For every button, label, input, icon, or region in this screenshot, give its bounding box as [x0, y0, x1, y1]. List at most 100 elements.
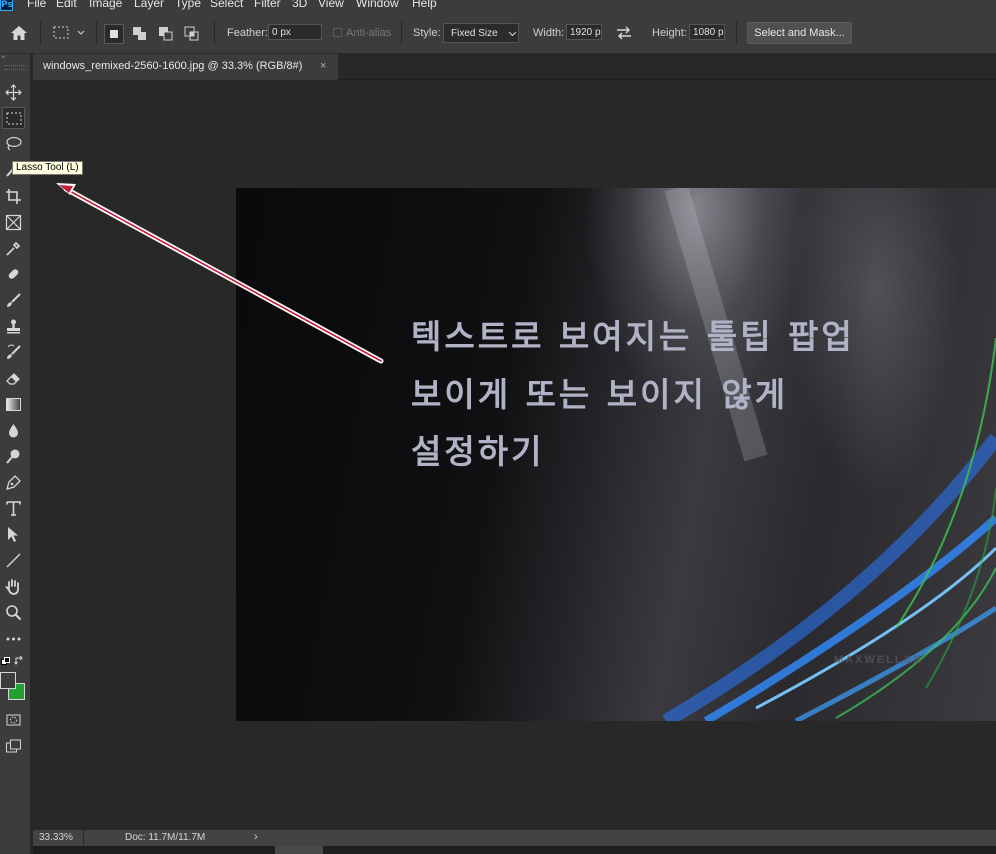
menu-file[interactable]: File — [27, 0, 46, 10]
toolbar-grip[interactable] — [4, 65, 26, 70]
tool-tooltip: Lasso Tool (L) — [12, 161, 83, 175]
arrow-icon — [8, 527, 18, 542]
marquee-preset-icon[interactable] — [53, 26, 87, 43]
quick-mask-button[interactable] — [2, 709, 25, 731]
crop-tool[interactable] — [2, 185, 25, 207]
hand-icon — [5, 579, 19, 595]
doc-size: Doc: 11.7M/11.7M — [125, 832, 206, 843]
menu-layer[interactable]: Layer — [134, 0, 164, 10]
quick-mask-icon — [6, 714, 21, 726]
type-tool[interactable] — [2, 497, 25, 519]
history-brush-icon — [7, 344, 21, 359]
pen-icon — [6, 475, 21, 490]
stamp-icon — [7, 319, 20, 334]
swap-colors-icon[interactable] — [14, 655, 25, 669]
bandage-icon — [8, 269, 19, 279]
watermark: MAXWELL&B — [834, 654, 924, 666]
healing-brush-tool[interactable] — [2, 263, 25, 285]
dodge-tool[interactable] — [2, 445, 25, 467]
lasso-tool[interactable] — [2, 133, 25, 155]
status-bar: 33.33% Doc: 11.7M/11.7M › — [33, 829, 996, 847]
marquee-icon — [6, 112, 22, 125]
default-colors-icon[interactable] — [1, 656, 10, 669]
gradient-icon — [6, 398, 21, 411]
swap-dimensions-icon[interactable] — [615, 25, 633, 44]
frame-icon — [5, 214, 22, 231]
close-icon[interactable]: × — [320, 54, 326, 78]
eraser-tool[interactable] — [2, 367, 25, 389]
chevron-down-icon — [508, 24, 517, 42]
width-label: Width: — [533, 27, 565, 39]
type-icon — [6, 501, 21, 516]
style-select-value: Fixed Size — [451, 28, 498, 39]
move-tool[interactable] — [2, 81, 25, 103]
korean-text-line-2: 보이게 또는 보이지 않게 — [411, 375, 789, 414]
menu-bar: Ps File Edit Image Layer Type Select Fil… — [0, 0, 996, 12]
rectangular-marquee-tool[interactable] — [2, 107, 25, 129]
anti-alias-checkbox[interactable] — [333, 28, 342, 37]
history-brush-tool[interactable] — [2, 341, 25, 363]
menu-window[interactable]: Window — [356, 0, 399, 10]
feather-label: Feather: — [227, 27, 268, 39]
eraser-icon — [6, 373, 20, 385]
screen-mode-icon — [6, 739, 21, 753]
feather-input[interactable]: 0 px — [268, 24, 322, 40]
add-to-selection-button[interactable] — [130, 24, 150, 44]
width-input[interactable]: 1920 px — [566, 24, 602, 40]
clone-stamp-tool[interactable] — [2, 315, 25, 337]
chevron-right-icon[interactable]: › — [254, 831, 258, 843]
home-icon[interactable] — [10, 25, 28, 44]
line-tool[interactable] — [2, 549, 25, 571]
eyedropper-tool[interactable] — [2, 237, 25, 259]
horizontal-scrollbar[interactable] — [33, 846, 996, 854]
select-and-mask-button[interactable]: Select and Mask... — [747, 22, 852, 44]
scrollbar-thumb[interactable] — [275, 846, 323, 854]
line-icon — [6, 553, 21, 568]
aurora-streaks — [662, 188, 996, 721]
brush-icon — [7, 293, 21, 307]
menu-edit[interactable]: Edit — [56, 0, 77, 10]
hand-tool[interactable] — [2, 575, 25, 597]
document-tab-title: windows_remixed-2560-1600.jpg @ 33.3% (R… — [43, 60, 303, 72]
lasso-icon — [6, 136, 22, 151]
new-selection-button[interactable] — [104, 24, 124, 44]
pen-tool[interactable] — [2, 471, 25, 493]
menu-select[interactable]: Select — [210, 0, 243, 10]
document-image[interactable]: 텍스트로 보여지는 툴팁 팝업 보이게 또는 보이지 않게 설정하기 MAXWE… — [236, 188, 996, 721]
height-input[interactable]: 1080 px — [689, 24, 725, 40]
brush-tool[interactable] — [2, 289, 25, 311]
photoshop-logo: Ps — [0, 0, 13, 11]
drop-icon — [9, 424, 18, 438]
edit-toolbar-button[interactable] — [2, 627, 25, 649]
menu-filter[interactable]: Filter — [254, 0, 281, 10]
korean-text-line-3: 설정하기 — [411, 432, 545, 471]
menu-view[interactable]: View — [318, 0, 344, 10]
style-label: Style: — [413, 27, 441, 39]
style-select[interactable]: Fixed Size — [443, 23, 519, 43]
anti-alias-label: Anti-alias — [346, 27, 392, 39]
options-bar: Feather: 0 px Anti-alias Style: Fixed Si… — [0, 12, 996, 54]
zoom-level[interactable]: 33.33% — [39, 832, 73, 843]
height-label: Height: — [652, 27, 687, 39]
subtract-from-selection-button[interactable] — [156, 24, 176, 44]
intersect-selection-button[interactable] — [182, 24, 202, 44]
move-icon — [5, 84, 22, 101]
frame-tool[interactable] — [2, 211, 25, 233]
menu-help[interactable]: Help — [412, 0, 437, 10]
eyedropper-icon — [6, 241, 21, 256]
zoom-tool[interactable] — [2, 601, 25, 623]
menu-image[interactable]: Image — [89, 0, 122, 10]
screen-mode-button[interactable] — [2, 735, 25, 757]
path-selection-tool[interactable] — [2, 523, 25, 545]
document-tab[interactable]: windows_remixed-2560-1600.jpg @ 33.3% (R… — [33, 54, 338, 80]
zoom-icon — [6, 605, 22, 621]
foreground-color-swatch[interactable] — [0, 672, 16, 689]
blur-tool[interactable] — [2, 419, 25, 441]
toolbar-collapse-icon[interactable]: » — [0, 54, 32, 61]
korean-text-line-1: 텍스트로 보여지는 툴팁 팝업 — [411, 317, 855, 356]
menu-3d[interactable]: 3D — [292, 0, 307, 10]
crop-icon — [6, 189, 21, 204]
menu-type[interactable]: Type — [175, 0, 201, 10]
gradient-tool[interactable] — [2, 393, 25, 415]
more-icon — [6, 637, 21, 641]
